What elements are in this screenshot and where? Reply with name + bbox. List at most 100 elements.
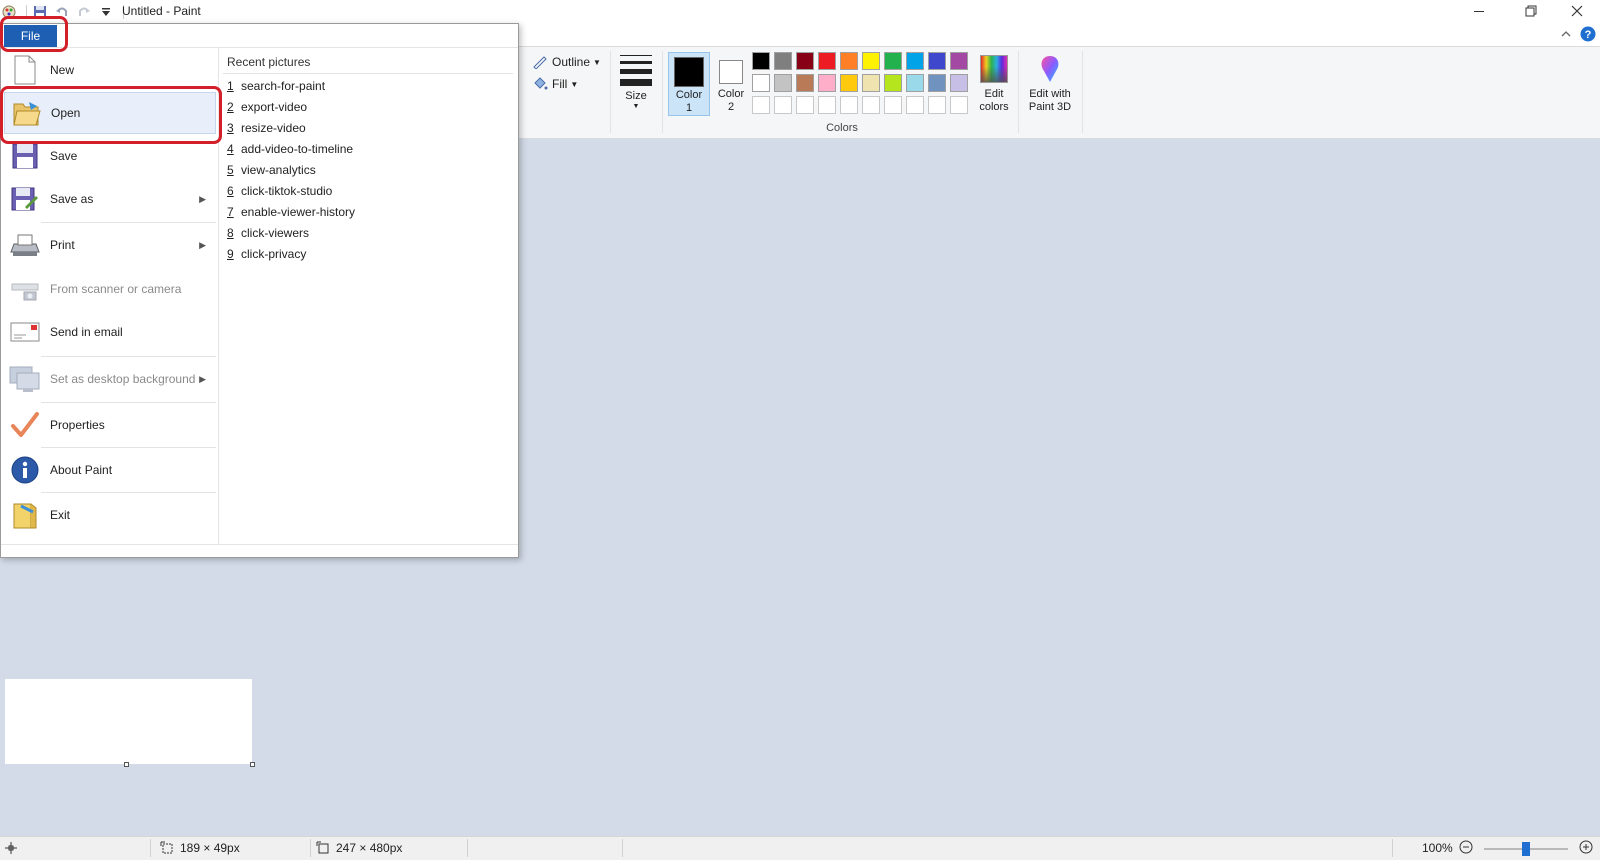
custom-color-swatch[interactable] (774, 96, 792, 114)
menu-item-new[interactable]: New (4, 49, 216, 91)
redo-icon[interactable] (75, 3, 93, 21)
status-separator (622, 839, 623, 857)
minimize-button[interactable] (1456, 0, 1502, 22)
resize-handle-corner[interactable] (250, 762, 255, 767)
recent-picture-item[interactable]: 5 view-analytics (227, 160, 316, 180)
menu-item-from-scanner[interactable]: From scanner or camera (4, 268, 216, 310)
email-icon (8, 315, 42, 349)
palette-color-swatch[interactable] (752, 52, 770, 70)
zoom-out-button[interactable] (1459, 840, 1473, 854)
edit-colors-button[interactable]: Edit colors (974, 52, 1014, 118)
custom-color-swatch[interactable] (928, 96, 946, 114)
palette-color-swatch[interactable] (774, 52, 792, 70)
menu-separator (41, 492, 216, 493)
restore-button[interactable] (1508, 0, 1554, 22)
menu-item-print[interactable]: Print ▶ (4, 224, 216, 266)
fill-button[interactable]: Fill ▼ (532, 77, 578, 91)
recent-picture-item[interactable]: 7 enable-viewer-history (227, 202, 355, 222)
outline-icon (533, 56, 547, 69)
edit-colors-label-2: colors (979, 101, 1009, 113)
recent-picture-label: export-video (241, 100, 308, 114)
recent-picture-item[interactable]: 8 click-viewers (227, 223, 309, 243)
custom-color-swatch[interactable] (818, 96, 836, 114)
custom-color-swatch[interactable] (796, 96, 814, 114)
color-2-number: 2 (727, 101, 735, 113)
menu-item-about[interactable]: About Paint (4, 449, 216, 491)
status-bar: 189 × 49px 247 × 480px 100% (0, 836, 1600, 860)
recent-picture-item[interactable]: 4 add-video-to-timeline (227, 139, 353, 159)
palette-color-swatch[interactable] (840, 74, 858, 92)
help-icon[interactable]: ? (1580, 26, 1596, 45)
custom-color-swatch[interactable] (752, 96, 770, 114)
palette-color-swatch[interactable] (818, 52, 836, 70)
palette-color-swatch[interactable] (950, 74, 968, 92)
menu-item-label: Set as desktop background (50, 372, 196, 386)
zoom-in-button[interactable] (1579, 840, 1593, 854)
color-1-number: 1 (685, 102, 693, 114)
submenu-arrow-icon: ▶ (199, 239, 206, 250)
palette-color-swatch[interactable] (906, 74, 924, 92)
status-separator (150, 839, 151, 857)
color-spectrum-icon (980, 55, 1008, 83)
zoom-out-icon (1459, 840, 1473, 854)
custom-color-swatch[interactable] (884, 96, 902, 114)
paint-3d-icon (1041, 56, 1059, 82)
paint-3d-label: Edit with (1029, 88, 1071, 100)
collapse-ribbon-icon[interactable] (1560, 28, 1572, 43)
palette-color-swatch[interactable] (818, 74, 836, 92)
color-2-label: Color (717, 88, 745, 100)
custom-color-swatch[interactable] (840, 96, 858, 114)
menu-item-label: Save (50, 149, 78, 163)
zoom-slider-thumb[interactable] (1522, 842, 1530, 856)
palette-color-swatch[interactable] (906, 52, 924, 70)
svg-text:?: ? (1585, 29, 1592, 41)
recent-picture-item[interactable]: 2 export-video (227, 97, 307, 117)
drawing-canvas[interactable] (5, 679, 252, 764)
status-separator (467, 839, 468, 857)
edit-with-paint-3d-button[interactable]: Edit with Paint 3D (1022, 52, 1078, 118)
palette-color-swatch[interactable] (840, 52, 858, 70)
palette-color-swatch[interactable] (796, 74, 814, 92)
menu-item-set-desktop-background[interactable]: Set as desktop background ▶ (4, 358, 216, 400)
size-label: Size (625, 90, 647, 102)
file-menu-top-strip: File (1, 24, 518, 48)
size-button[interactable]: Size ▼ (618, 52, 654, 118)
color-1-button[interactable]: Color 1 (668, 52, 710, 116)
recent-picture-item[interactable]: 6 click-tiktok-studio (227, 181, 332, 201)
zoom-slider[interactable] (1484, 842, 1568, 856)
menu-item-exit[interactable]: Exit (4, 494, 216, 536)
recent-picture-item[interactable]: 1 search-for-paint (227, 76, 325, 96)
menu-item-properties[interactable]: Properties (4, 404, 216, 446)
resize-handle-bottom[interactable] (124, 762, 129, 767)
recent-picture-item[interactable]: 3 resize-video (227, 118, 306, 138)
palette-color-swatch[interactable] (752, 74, 770, 92)
close-button[interactable] (1554, 0, 1600, 22)
title-bar: Untitled - Paint (0, 0, 1600, 23)
palette-color-swatch[interactable] (928, 74, 946, 92)
custom-color-swatch[interactable] (906, 96, 924, 114)
menu-item-send-email[interactable]: Send in email (4, 311, 216, 353)
window-title: Untitled - Paint (122, 4, 201, 18)
palette-color-swatch[interactable] (774, 74, 792, 92)
palette-color-swatch[interactable] (796, 52, 814, 70)
recent-picture-label: resize-video (241, 121, 306, 135)
palette-color-swatch[interactable] (950, 52, 968, 70)
palette-color-swatch[interactable] (862, 74, 880, 92)
palette-color-swatch[interactable] (928, 52, 946, 70)
status-separator (1392, 839, 1393, 857)
custom-color-swatch[interactable] (950, 96, 968, 114)
recent-picture-item[interactable]: 9 click-privacy (227, 244, 306, 264)
menu-item-save-as[interactable]: Save as ▶ (4, 178, 216, 220)
custom-color-swatch[interactable] (862, 96, 880, 114)
recent-picture-number: 6 (227, 184, 234, 198)
menu-item-label: Exit (50, 508, 71, 522)
edit-colors-label: Edit (984, 88, 1004, 100)
outline-button[interactable]: Outline ▼ (532, 55, 601, 69)
palette-color-swatch[interactable] (884, 74, 902, 92)
ribbon-group-separator (1082, 51, 1083, 133)
customize-qat-icon[interactable] (97, 3, 115, 21)
recent-pictures-title: Recent pictures (227, 55, 311, 69)
palette-color-swatch[interactable] (862, 52, 880, 70)
palette-color-swatch[interactable] (884, 52, 902, 70)
color-2-button[interactable]: Color 2 (712, 52, 750, 116)
